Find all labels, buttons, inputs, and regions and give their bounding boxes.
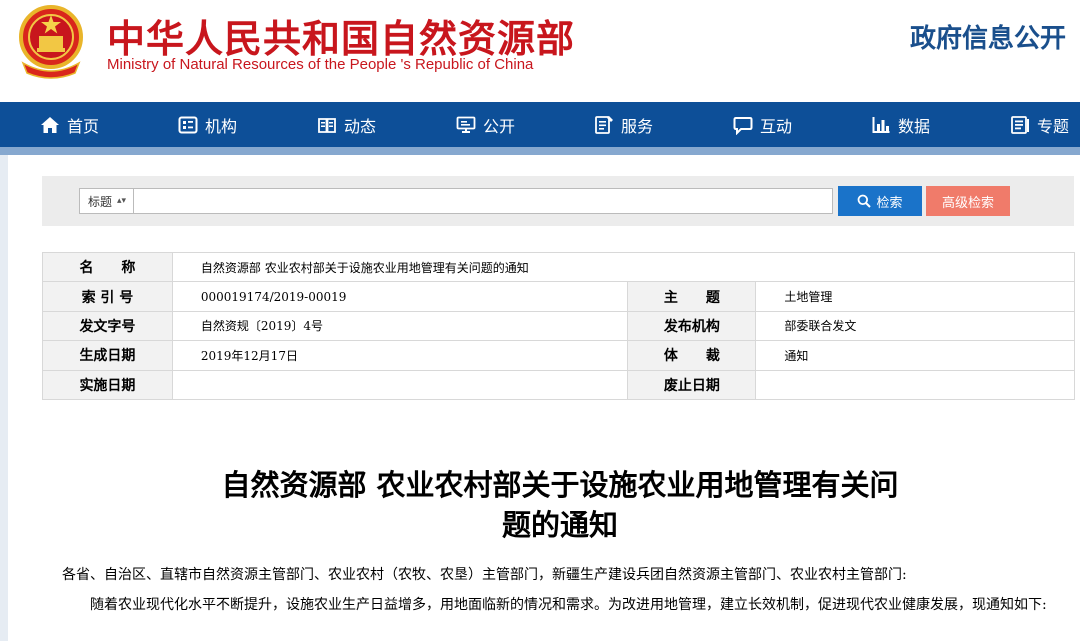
- left-border-strip: [0, 155, 8, 641]
- nav-item-organization[interactable]: 机构: [178, 102, 237, 147]
- search-button-label: 检索: [876, 195, 903, 211]
- nav-label: 互动: [760, 116, 793, 136]
- document-paragraph: 随着农业现代化水平不断提升，设施农业生产日益增多，用地面临新的情况和需求。为改进…: [90, 597, 1047, 613]
- nav-label: 专题: [1037, 116, 1070, 136]
- bar-chart-icon: [872, 116, 890, 133]
- table-row: 实施日期 废止日期: [42, 369, 1075, 400]
- table-row: 发文字号 自然资规〔2019〕4号 发布机构 部委联合发文: [42, 310, 1075, 342]
- document-title-line: 题的通知: [501, 508, 618, 542]
- select-arrows-icon: ▴▾: [117, 196, 127, 206]
- search-button[interactable]: 检索: [838, 186, 922, 216]
- search-input[interactable]: [133, 188, 833, 214]
- meta-value-expiry-date: [755, 369, 1075, 400]
- meta-value-name: 自然资源部 农业农村部关于设施农业用地管理有关问题的通知: [171, 251, 1076, 283]
- meta-value-index: 000019174/2019-00019: [171, 281, 629, 312]
- nav-label: 机构: [205, 116, 238, 136]
- meta-value-issuer: 部委联合发文: [755, 310, 1075, 342]
- table-row: 名 称 自然资源部 农业农村部关于设施农业用地管理有关问题的通知: [42, 251, 1076, 283]
- search-field-select-value: 标题: [88, 194, 113, 209]
- meta-label-expiry-date: 废止日期: [627, 369, 757, 400]
- nav-underline: [0, 147, 1080, 155]
- main-nav: 首页 机构 动态 公开 服务 互动 数据 专题: [0, 102, 1080, 147]
- nav-label: 服务: [621, 116, 654, 136]
- site-title[interactable]: 中华人民共和国自然资源部: [107, 8, 575, 63]
- nav-item-data[interactable]: 数据: [871, 102, 930, 147]
- table-row: 索 引 号 000019174/2019-00019 主 题 土地管理: [42, 281, 1075, 312]
- table-row: 生成日期 2019年12月17日 体 裁 通知: [42, 340, 1075, 371]
- monitor-icon: [456, 116, 476, 133]
- meta-value-genre: 通知: [755, 340, 1075, 371]
- meta-label-name: 名 称: [42, 251, 173, 283]
- nav-label: 首页: [67, 116, 100, 136]
- nav-item-public[interactable]: 公开: [456, 102, 515, 147]
- document-title-line: 自然资源部 农业农村部关于设施农业用地管理有关问: [221, 468, 899, 502]
- meta-label-index: 索 引 号: [42, 281, 173, 312]
- meta-label-effective-date: 实施日期: [42, 369, 173, 400]
- meta-value-date: 2019年12月17日: [171, 340, 629, 371]
- document-title: 自然资源部 农业农村部关于设施农业用地管理有关问 题的通知: [150, 465, 970, 545]
- gov-info-disclosure-title[interactable]: 政府信息公开: [910, 18, 1066, 55]
- meta-value-effective-date: [171, 369, 629, 400]
- nav-item-service[interactable]: 服务: [594, 102, 653, 147]
- nav-label: 公开: [483, 116, 516, 136]
- meta-label-date: 生成日期: [42, 340, 173, 371]
- search-icon: [858, 194, 872, 208]
- nav-item-interaction[interactable]: 互动: [733, 102, 792, 147]
- topic-icon: [1011, 115, 1029, 134]
- advanced-search-button[interactable]: 高级检索: [926, 186, 1010, 216]
- meta-label-subject: 主 题: [627, 281, 757, 312]
- meta-value-subject: 土地管理: [755, 281, 1075, 312]
- document-paragraph: 各省、自治区、直辖市自然资源主管部门、农业农村（农牧、农垦）主管部门，新疆生产建…: [62, 567, 907, 583]
- service-icon: [595, 115, 613, 134]
- nav-label: 数据: [898, 116, 931, 136]
- meta-label-genre: 体 裁: [627, 340, 757, 371]
- chat-icon: [733, 116, 753, 135]
- document-meta-table: 名 称 自然资源部 农业农村部关于设施农业用地管理有关问题的通知 索 引 号 0…: [42, 251, 1076, 400]
- site-header: 中华人民共和国自然资源部 Ministry of Natural Resourc…: [0, 0, 1080, 102]
- meta-label-issuer: 发布机构: [627, 310, 757, 342]
- organization-icon: [178, 116, 198, 133]
- nav-label: 动态: [344, 116, 377, 136]
- news-icon: [318, 117, 336, 133]
- meta-label-doc-number: 发文字号: [42, 310, 173, 342]
- nav-item-news[interactable]: 动态: [317, 102, 376, 147]
- nav-item-home[interactable]: 首页: [40, 102, 99, 147]
- nav-item-topic[interactable]: 专题: [1010, 102, 1069, 147]
- meta-value-doc-number: 自然资规〔2019〕4号: [171, 310, 629, 342]
- national-emblem-icon[interactable]: [15, 3, 87, 79]
- site-subtitle-en: Ministry of Natural Resources of the Peo…: [107, 56, 534, 73]
- search-field-select[interactable]: 标题 ▴▾: [79, 188, 133, 214]
- home-icon: [41, 116, 59, 133]
